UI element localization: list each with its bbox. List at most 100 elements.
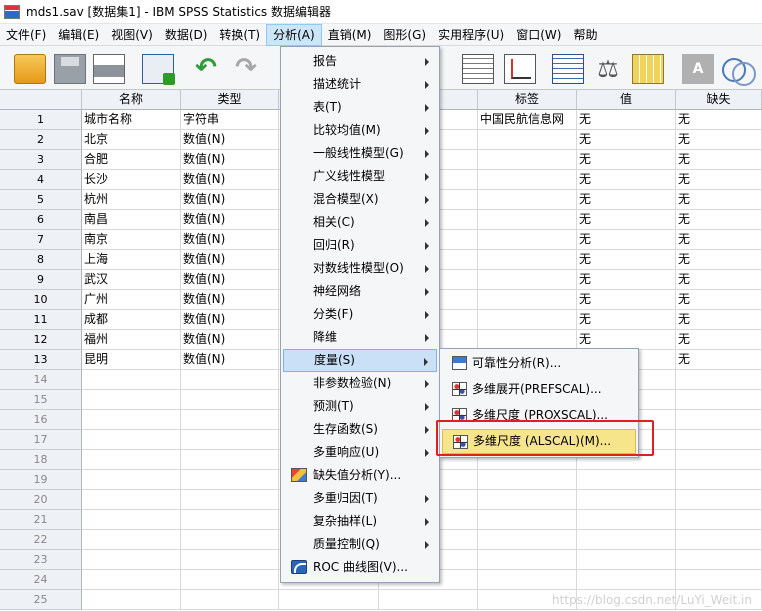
table-cell[interactable] [478,470,577,490]
weight-cases-icon[interactable]: ⚖ [592,54,624,84]
table-cell[interactable]: 无 [577,210,676,230]
table-cell[interactable] [181,390,279,410]
table-cell[interactable] [181,530,279,550]
table-cell[interactable] [478,230,577,250]
table-cell[interactable] [181,470,279,490]
row-number[interactable]: 5 [0,190,82,210]
table-cell[interactable]: 无 [577,170,676,190]
analyze-menu-item[interactable]: 降维 [283,326,437,349]
table-cell[interactable] [577,510,676,530]
table-cell[interactable]: 无 [577,110,676,130]
row-number[interactable]: 9 [0,270,82,290]
table-cell[interactable]: 无 [577,330,676,350]
menu-direct-marketing[interactable]: 直销(M) [322,24,378,46]
table-cell[interactable] [478,490,577,510]
table-cell[interactable]: 昆明 [82,350,181,370]
row-number[interactable]: 6 [0,210,82,230]
table-cell[interactable] [478,310,577,330]
table-cell[interactable] [676,410,762,430]
table-cell[interactable]: 南昌 [82,210,181,230]
table-cell[interactable] [478,170,577,190]
table-cell[interactable] [478,550,577,570]
table-cell[interactable]: 数值(N) [181,190,279,210]
table-cell[interactable]: 无 [676,130,762,150]
table-cell[interactable]: 城市名称 [82,110,181,130]
table-cell[interactable] [181,450,279,470]
table-cell[interactable]: 北京 [82,130,181,150]
row-number[interactable]: 2 [0,130,82,150]
table-cell[interactable] [478,270,577,290]
undo-icon[interactable]: ↶ [190,54,222,84]
table-cell[interactable] [478,290,577,310]
row-number[interactable]: 11 [0,310,82,330]
analyze-menu-item[interactable]: 质量控制(Q) [283,533,437,556]
table-cell[interactable] [82,590,181,610]
row-number[interactable]: 18 [0,450,82,470]
analyze-menu-item[interactable]: 缺失值分析(Y)... [283,464,437,487]
analyze-menu-item[interactable]: 生存函数(S) [283,418,437,441]
table-cell[interactable] [676,570,762,590]
variable-sets-icon[interactable]: A [682,54,714,84]
table-cell[interactable]: 无 [577,310,676,330]
table-cell[interactable] [82,370,181,390]
table-cell[interactable] [82,470,181,490]
goto-case-icon[interactable] [462,54,494,84]
menu-graphs[interactable]: 图形(G) [377,24,432,46]
use-sets-icon[interactable] [720,54,756,86]
table-cell[interactable] [478,570,577,590]
table-cell[interactable]: 无 [676,190,762,210]
analyze-menu-item[interactable]: 描述统计 [283,73,437,96]
table-cell[interactable] [181,590,279,610]
table-cell[interactable] [82,530,181,550]
table-cell[interactable]: 无 [676,330,762,350]
analyze-menu-item[interactable]: 神经网络 [283,280,437,303]
table-cell[interactable] [181,550,279,570]
table-cell[interactable]: 数值(N) [181,350,279,370]
analyze-menu-item[interactable]: 度量(S) [283,349,437,372]
analyze-menu-item[interactable]: 预测(T) [283,395,437,418]
table-cell[interactable] [478,210,577,230]
menu-edit[interactable]: 编辑(E) [52,24,105,46]
table-cell[interactable]: 福州 [82,330,181,350]
analyze-menu-item[interactable]: 报告 [283,50,437,73]
table-cell[interactable] [478,530,577,550]
table-cell[interactable]: 数值(N) [181,270,279,290]
data-grid-icon[interactable] [552,54,584,84]
analyze-menu-item[interactable]: ROC 曲线图(V)... [283,556,437,579]
table-cell[interactable]: 无 [676,250,762,270]
row-number[interactable]: 12 [0,330,82,350]
row-number[interactable]: 19 [0,470,82,490]
row-number[interactable]: 8 [0,250,82,270]
scale-submenu-item[interactable]: 多维展开(PREFSCAL)... [442,377,636,402]
table-cell[interactable]: 广州 [82,290,181,310]
table-cell[interactable]: 上海 [82,250,181,270]
table-cell[interactable] [676,470,762,490]
table-cell[interactable]: 中国民航信息网 [478,110,577,130]
row-number[interactable]: 4 [0,170,82,190]
table-cell[interactable] [379,590,478,610]
analyze-menu-item[interactable]: 回归(R) [283,234,437,257]
menu-view[interactable]: 视图(V) [105,24,159,46]
analyze-menu-item[interactable]: 多重响应(U) [283,441,437,464]
row-number[interactable]: 13 [0,350,82,370]
table-cell[interactable]: 数值(N) [181,130,279,150]
row-number[interactable]: 16 [0,410,82,430]
table-cell[interactable] [478,510,577,530]
table-cell[interactable]: 无 [676,350,762,370]
table-cell[interactable]: 无 [676,230,762,250]
table-cell[interactable] [181,510,279,530]
col-header-values[interactable]: 值 [577,90,676,110]
menu-transform[interactable]: 转换(T) [213,24,266,46]
menu-file[interactable]: 文件(F) [0,24,52,46]
table-cell[interactable] [577,550,676,570]
row-number[interactable]: 14 [0,370,82,390]
table-cell[interactable]: 无 [676,110,762,130]
table-cell[interactable]: 无 [577,150,676,170]
row-number[interactable]: 3 [0,150,82,170]
table-cell[interactable] [676,450,762,470]
analyze-menu-item[interactable]: 表(T) [283,96,437,119]
col-header-type[interactable]: 类型 [181,90,279,110]
row-number[interactable]: 7 [0,230,82,250]
table-cell[interactable]: 无 [577,190,676,210]
table-cell[interactable]: 无 [676,270,762,290]
